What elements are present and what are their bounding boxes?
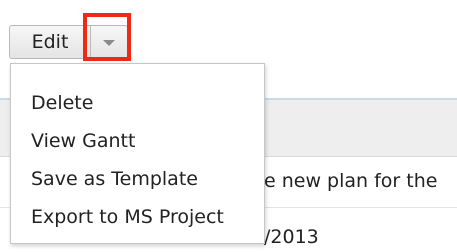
edit-button-group: Edit xyxy=(9,25,128,59)
page: e new plan for the /2013 Edit Delete Vie… xyxy=(0,0,457,252)
row-description-text: e new plan for the xyxy=(264,170,438,192)
row-date-text: /2013 xyxy=(264,226,319,248)
menu-item-delete[interactable]: Delete xyxy=(11,84,264,122)
actions-dropdown-toggle[interactable] xyxy=(90,25,128,59)
menu-item-view-gantt[interactable]: View Gantt xyxy=(11,122,264,160)
menu-item-export-to-ms-project[interactable]: Export to MS Project xyxy=(11,198,264,236)
edit-button[interactable]: Edit xyxy=(9,25,90,59)
menu-item-save-as-template[interactable]: Save as Template xyxy=(11,160,264,198)
actions-dropdown-menu: Delete View Gantt Save as Template Expor… xyxy=(10,63,265,244)
chevron-down-icon xyxy=(103,40,115,46)
